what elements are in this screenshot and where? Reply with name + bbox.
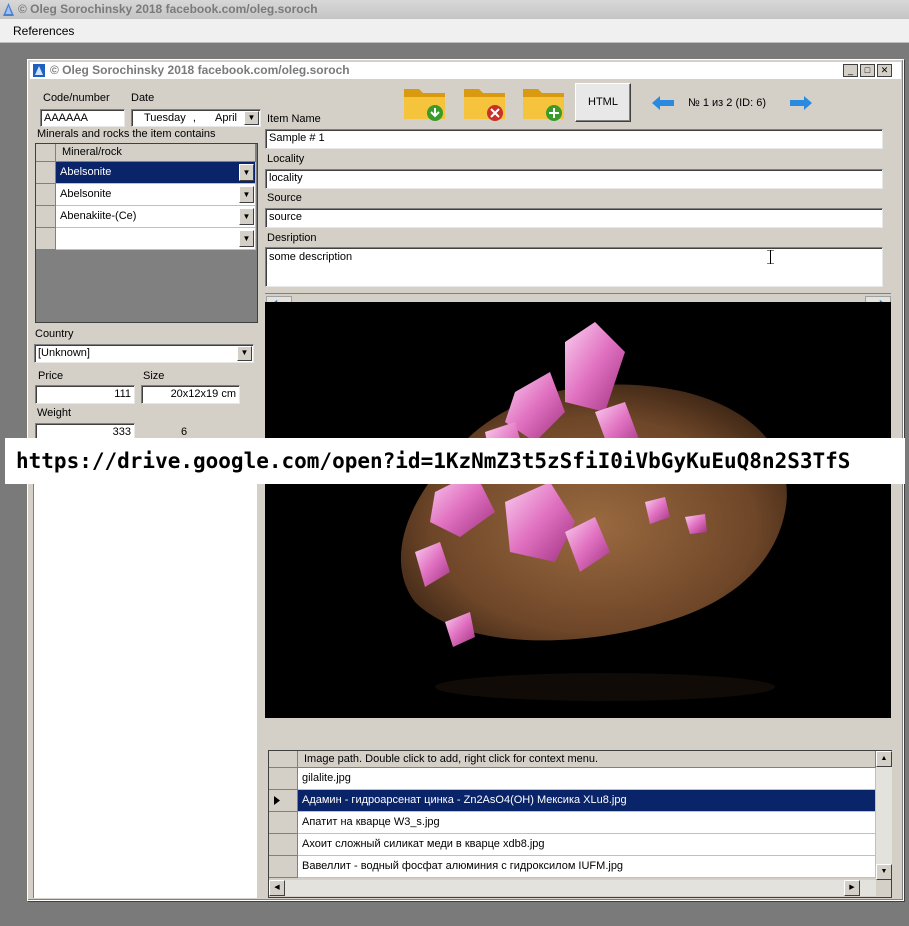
html-export-button[interactable]: HTML bbox=[575, 83, 631, 122]
locality-input[interactable]: locality bbox=[265, 169, 883, 189]
mineral-value: Abelsonite bbox=[60, 188, 112, 200]
row-header bbox=[269, 768, 298, 790]
scroll-left-button[interactable]: ◀ bbox=[269, 880, 285, 896]
chevron-down-icon[interactable]: ▼ bbox=[239, 208, 254, 225]
source-label: Source bbox=[267, 192, 302, 204]
item-name-input[interactable]: Sample # 1 bbox=[265, 129, 883, 149]
price-input[interactable]: 111 bbox=[35, 385, 135, 404]
image-scroll-track[interactable] bbox=[265, 293, 891, 302]
mineral-row-2[interactable]: Abelsonite ▼ bbox=[56, 184, 256, 206]
window-title-text: © Oleg Sorochinsky 2018 facebook.com/ole… bbox=[50, 63, 350, 77]
minerals-column-header: Mineral/rock bbox=[56, 144, 256, 162]
row-header bbox=[269, 812, 298, 834]
country-select[interactable]: [Unknown] ▼ bbox=[34, 344, 254, 363]
close-button[interactable]: ✕ bbox=[877, 64, 892, 77]
arrow-right-icon[interactable] bbox=[790, 96, 812, 110]
images-column-header: Image path. Double click to add, right c… bbox=[298, 751, 876, 768]
source-input[interactable]: source bbox=[265, 208, 883, 228]
app-logo-icon bbox=[33, 64, 45, 77]
arrow-left-icon[interactable] bbox=[652, 96, 674, 110]
row-header bbox=[269, 834, 298, 856]
price-label: Price bbox=[38, 370, 64, 382]
menu-bar: References bbox=[0, 19, 909, 43]
record-counter: № 1 из 2 (ID: 6) bbox=[688, 97, 767, 109]
row-pointer-icon bbox=[274, 796, 280, 805]
item-name-label: Item Name bbox=[267, 113, 321, 125]
image-row-2[interactable]: Адамин - гидроарсенат цинка - Zn2AsO4(OH… bbox=[298, 790, 876, 812]
description-label: Desription bbox=[267, 232, 317, 244]
image-row-1[interactable]: gilalite.jpg bbox=[298, 768, 876, 790]
mineral-row-4[interactable]: ▼ bbox=[56, 228, 256, 250]
row-header bbox=[36, 228, 56, 250]
horizontal-scrollbar[interactable] bbox=[269, 880, 876, 896]
window-title-bar[interactable]: © Oleg Sorochinsky 2018 facebook.com/ole… bbox=[30, 62, 901, 79]
size-input[interactable]: 20x12x19 cm bbox=[141, 385, 240, 404]
folder-add-icon[interactable] bbox=[521, 83, 567, 123]
locality-label: Locality bbox=[267, 153, 305, 165]
scroll-up-button[interactable]: ▲ bbox=[876, 751, 892, 767]
image-row-3[interactable]: Апатит на кварце W3_s.jpg bbox=[298, 812, 876, 834]
mineral-value: Abelsonite bbox=[60, 166, 112, 178]
date-picker[interactable]: Tuesday , April ▼ bbox=[131, 109, 261, 127]
code-input[interactable]: AAAAAA bbox=[40, 109, 125, 127]
mineral-row-3[interactable]: Abenakiite-(Ce) ▼ bbox=[56, 206, 256, 228]
menu-references[interactable]: References bbox=[13, 24, 74, 38]
minerals-label: Minerals and rocks the item contains bbox=[37, 128, 216, 140]
app-logo-icon bbox=[3, 3, 14, 16]
left-empty-panel bbox=[33, 484, 257, 898]
description-textarea[interactable]: some description bbox=[265, 247, 883, 287]
mineral-photo-image bbox=[400, 322, 787, 701]
date-day: Tuesday bbox=[144, 112, 186, 124]
minimize-button[interactable]: _ bbox=[843, 64, 858, 77]
row-header bbox=[36, 162, 56, 184]
chevron-down-icon[interactable]: ▼ bbox=[237, 346, 252, 361]
scroll-right-button[interactable]: ▶ bbox=[844, 880, 860, 896]
weight-label: Weight bbox=[37, 407, 72, 419]
chevron-down-icon[interactable]: ▼ bbox=[239, 164, 254, 181]
grid-corner bbox=[36, 144, 56, 162]
mineral-row-1[interactable]: Abelsonite ▼ bbox=[56, 162, 256, 184]
vertical-scrollbar[interactable] bbox=[876, 751, 892, 880]
image-row-4[interactable]: Ахоит сложный силикат меди в кварце xdb8… bbox=[298, 834, 876, 856]
country-value: [Unknown] bbox=[38, 347, 90, 359]
row-header bbox=[36, 206, 56, 228]
mineral-photo[interactable] bbox=[265, 302, 891, 718]
chevron-down-icon[interactable]: ▼ bbox=[239, 186, 254, 203]
chevron-down-icon[interactable]: ▼ bbox=[239, 230, 254, 247]
scroll-down-button[interactable]: ▼ bbox=[876, 864, 892, 880]
chevron-down-icon[interactable]: ▼ bbox=[244, 111, 259, 125]
maximize-button[interactable]: □ bbox=[860, 64, 875, 77]
row-header bbox=[36, 184, 56, 206]
weight-extra-value: 6 bbox=[181, 426, 188, 438]
folder-download-icon[interactable] bbox=[402, 83, 448, 123]
date-separator: , bbox=[192, 112, 196, 124]
mineral-value: Abenakiite-(Ce) bbox=[60, 210, 137, 222]
url-banner: https://drive.google.com/open?id=1KzNmZ3… bbox=[5, 438, 905, 484]
date-label: Date bbox=[131, 92, 155, 104]
grid-corner bbox=[269, 751, 298, 768]
code-label: Code/number bbox=[43, 92, 110, 104]
row-header bbox=[269, 856, 298, 878]
text-cursor-icon bbox=[767, 250, 774, 264]
outer-title-bar: © Oleg Sorochinsky 2018 facebook.com/ole… bbox=[0, 0, 909, 19]
image-row-5[interactable]: Вавеллит - водный фосфат алюминия с гидр… bbox=[298, 856, 876, 878]
row-header bbox=[269, 790, 298, 812]
country-label: Country bbox=[35, 328, 74, 340]
date-month: April bbox=[214, 112, 237, 124]
size-label: Size bbox=[143, 370, 165, 382]
folder-delete-icon[interactable] bbox=[462, 83, 508, 123]
outer-title-text: © Oleg Sorochinsky 2018 facebook.com/ole… bbox=[18, 2, 318, 16]
